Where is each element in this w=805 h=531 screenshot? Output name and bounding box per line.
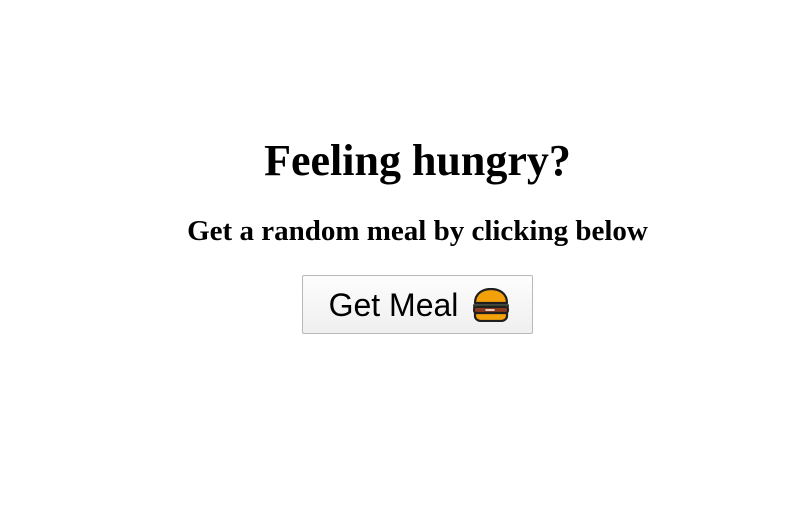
hamburger-icon <box>472 287 510 323</box>
get-meal-button[interactable]: Get Meal <box>302 275 533 334</box>
page-title: Feeling hungry? <box>264 136 571 185</box>
page: Feeling hungry? Get a random meal by cli… <box>0 0 805 531</box>
page-subtitle: Get a random meal by clicking below <box>187 215 648 247</box>
get-meal-button-label: Get Meal <box>328 286 459 323</box>
